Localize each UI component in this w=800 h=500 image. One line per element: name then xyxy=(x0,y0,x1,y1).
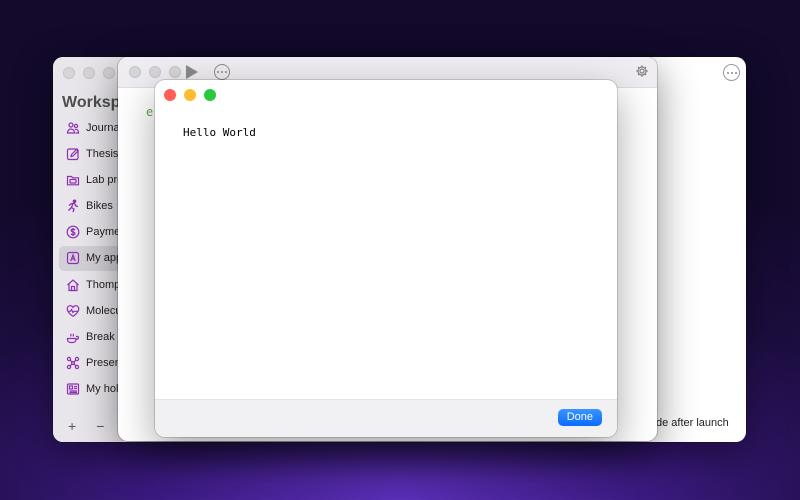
close-button[interactable] xyxy=(164,89,176,101)
done-button[interactable]: Done xyxy=(557,409,602,426)
house-icon xyxy=(67,278,79,291)
sidebar-item-label: Break xyxy=(86,331,115,343)
close-button[interactable] xyxy=(129,66,141,78)
heart-pulse-icon xyxy=(66,304,80,317)
add-item-button[interactable]: + xyxy=(68,418,76,434)
people-icon xyxy=(66,121,80,134)
window-controls xyxy=(129,66,181,78)
output-toolbar: Done xyxy=(155,399,617,437)
more-options-button[interactable] xyxy=(214,64,230,80)
newspaper-icon xyxy=(66,383,80,395)
sidebar-item-presentation[interactable]: Presentation xyxy=(59,351,123,376)
sidebar-list: Journal Thesis Lab project Bikes Payment… xyxy=(59,115,123,403)
sidebar-item-label: My app xyxy=(86,252,123,265)
ellipsis-icon xyxy=(217,71,227,73)
ellipsis-icon xyxy=(726,71,737,74)
cup-icon xyxy=(66,333,79,344)
sidebar-item-label: Bikes xyxy=(86,200,113,213)
remove-item-button[interactable]: − xyxy=(96,418,104,434)
zoom-button[interactable] xyxy=(103,67,115,79)
sidebar-item-label: Journal xyxy=(86,121,123,134)
sidebar-item-thesis[interactable]: Thesis xyxy=(59,141,123,166)
launch-option-label: de after launch xyxy=(656,417,729,429)
sidebar-item-my-holiday[interactable]: My holiday xyxy=(59,377,123,402)
minimize-button[interactable] xyxy=(149,66,161,78)
folder-icon xyxy=(66,175,80,186)
zoom-button[interactable] xyxy=(169,66,181,78)
sidebar-item-thompson[interactable]: Thompson xyxy=(59,272,123,297)
close-button[interactable] xyxy=(63,67,75,79)
sidebar-item-bikes[interactable]: Bikes xyxy=(59,194,123,219)
minimize-button[interactable] xyxy=(184,89,196,101)
dollar-icon xyxy=(66,225,80,239)
zoom-button[interactable] xyxy=(204,89,216,101)
runner-icon xyxy=(68,199,79,213)
gear-icon[interactable] xyxy=(635,64,649,78)
edit-icon xyxy=(66,148,79,160)
code-text[interactable]: e xyxy=(146,105,153,119)
sidebar-item-break[interactable]: Break xyxy=(59,325,123,350)
sidebar-item-molecules[interactable]: Molecules xyxy=(59,298,123,323)
output-window: Hello World Done xyxy=(155,80,617,437)
sidebar-item-journal[interactable]: Journal xyxy=(59,115,123,140)
output-text: Hello World xyxy=(183,126,256,139)
more-options-button[interactable] xyxy=(723,64,740,81)
app-icon xyxy=(66,252,80,265)
sidebar-item-label: Thesis xyxy=(86,147,119,160)
play-icon[interactable] xyxy=(186,65,198,79)
window-controls xyxy=(164,89,216,101)
sidebar-item-lab-project[interactable]: Lab project xyxy=(59,167,123,192)
sidebar-item-payments[interactable]: Payments xyxy=(59,220,123,245)
network-icon xyxy=(66,356,80,370)
sidebar-buttons: + − xyxy=(68,418,104,434)
sidebar-item-my-app[interactable]: My app xyxy=(59,245,123,271)
minimize-button[interactable] xyxy=(83,67,95,79)
window-controls xyxy=(63,67,115,79)
sidebar: Workspace Journal Thesis Lab project Bik… xyxy=(53,57,147,442)
